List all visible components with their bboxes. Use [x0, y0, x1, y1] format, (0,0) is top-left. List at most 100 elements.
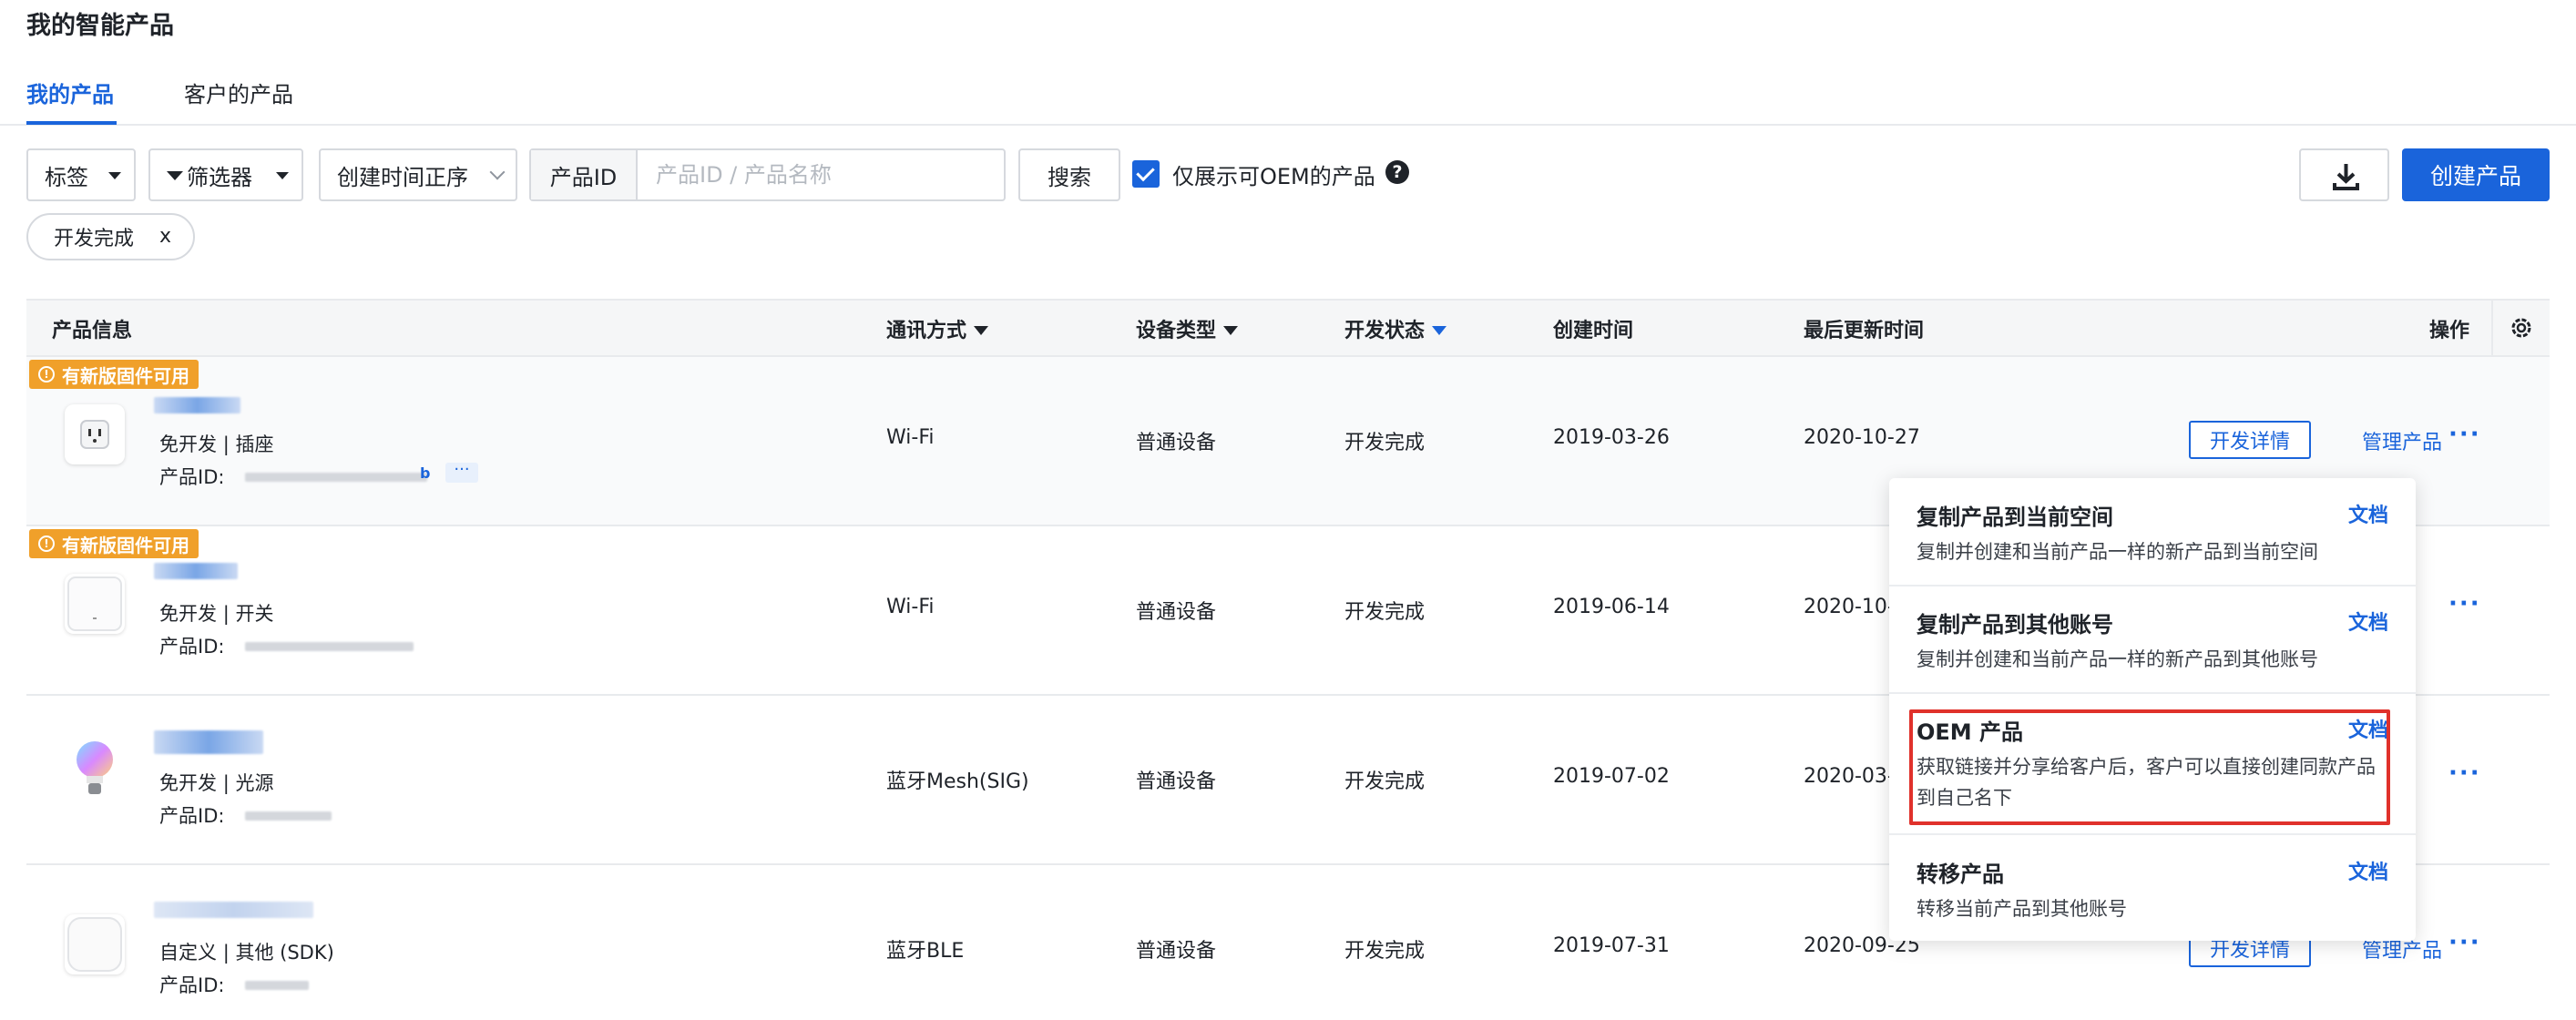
dev-mode: 免开发	[159, 772, 217, 794]
product-meta: 免开发 | 插座	[159, 430, 273, 457]
filter-select[interactable]: 筛选器	[148, 148, 303, 201]
info-icon: !	[38, 366, 55, 382]
product-id-label: 产品ID:	[159, 466, 225, 488]
protocol: Wi-Fi	[886, 596, 935, 618]
updated-time: 2020-10-	[1804, 596, 1895, 618]
product-thumbnail[interactable]	[65, 738, 125, 798]
manage-product-link[interactable]: 管理产品	[2362, 426, 2442, 455]
bulb-icon	[77, 741, 113, 794]
oem-only-label[interactable]: 仅展示可OEM的产品	[1172, 158, 1375, 190]
product-id-line: 产品ID:	[159, 463, 224, 490]
download-button[interactable]	[2299, 148, 2389, 201]
product-name-redacted	[154, 397, 240, 413]
product-thumbnail[interactable]	[65, 574, 125, 634]
product-meta: 自定义 | 其他 (SDK)	[159, 938, 334, 965]
filter-icon[interactable]	[1223, 326, 1239, 335]
menu-item-oem[interactable]: OEM 产品 获取链接并分享给客户后，客户可以直接创建同款产品到自己名下 文档	[1889, 714, 2416, 813]
menu-item-desc: 复制并创建和当前产品一样的新产品到其他账号	[1917, 648, 2318, 670]
hub-icon	[67, 917, 122, 972]
copy-id-icon[interactable]: b	[420, 464, 430, 482]
category: 光源	[235, 772, 274, 794]
column-settings[interactable]	[2491, 301, 2550, 355]
more-actions-icon[interactable]: ···	[2448, 590, 2481, 617]
search-button[interactable]: 搜索	[1018, 148, 1120, 201]
product-tabs: 我的产品 客户的产品	[0, 66, 2576, 126]
product-meta: 免开发 | 开关	[159, 599, 273, 627]
filter-chip-status: 开发完成 x	[26, 213, 195, 260]
menu-item-copy-to-space[interactable]: 复制产品到当前空间 复制并创建和当前产品一样的新产品到当前空间 文档	[1889, 499, 2416, 567]
col-protocol-label: 通讯方式	[886, 320, 967, 342]
filter-active-icon[interactable]	[1432, 326, 1447, 335]
meta-separator: |	[222, 434, 230, 455]
switch-icon	[67, 576, 122, 631]
col-dev-status[interactable]: 开发状态	[1344, 314, 1447, 343]
firmware-badge-label: 有新版固件可用	[62, 534, 189, 556]
menu-item-transfer[interactable]: 转移产品 转移当前产品到其他账号 文档	[1889, 856, 2416, 924]
meta-separator: |	[222, 772, 230, 794]
doc-link[interactable]: 文档	[2348, 714, 2388, 743]
firmware-badge: ! 有新版固件可用	[29, 360, 199, 389]
doc-link[interactable]: 文档	[2348, 607, 2388, 636]
product-thumbnail[interactable]	[65, 404, 125, 464]
dev-status: 开发完成	[1344, 940, 1426, 963]
menu-item-title: 复制产品到当前空间	[1917, 505, 2113, 530]
product-id-line: 产品ID:	[159, 632, 224, 659]
menu-item-desc: 转移当前产品到其他账号	[1917, 898, 2127, 920]
filter-icon[interactable]	[974, 326, 989, 335]
col-device-type-label: 设备类型	[1136, 320, 1217, 342]
col-protocol[interactable]: 通讯方式	[886, 314, 989, 343]
created-time: 2019-06-14	[1553, 596, 1670, 618]
search-input[interactable]	[638, 150, 1004, 199]
category: 其他 (SDK)	[235, 942, 334, 964]
product-id-redacted	[245, 981, 309, 990]
dev-mode: 自定义	[159, 942, 217, 964]
menu-item-title: 复制产品到其他账号	[1917, 612, 2113, 638]
tag-select[interactable]: 标签	[26, 148, 136, 201]
col-dev-status-label: 开发状态	[1344, 320, 1426, 342]
oem-only-checkbox[interactable]	[1132, 160, 1160, 188]
search-group: 产品ID	[529, 148, 1006, 201]
menu-item-copy-to-account[interactable]: 复制产品到其他账号 复制并创建和当前产品一样的新产品到其他账号 文档	[1889, 607, 2416, 675]
dev-status: 开发完成	[1344, 770, 1426, 793]
dev-detail-button[interactable]: 开发详情	[2189, 421, 2311, 459]
product-id-more-icon[interactable]: ···	[445, 462, 478, 483]
product-id-redacted	[245, 642, 414, 651]
doc-link[interactable]: 文档	[2348, 856, 2388, 885]
sort-select[interactable]: 创建时间正序	[319, 148, 517, 201]
firmware-badge: ! 有新版固件可用	[29, 529, 199, 558]
product-thumbnail[interactable]	[65, 914, 125, 974]
sort-select-label: 创建时间正序	[337, 164, 468, 190]
product-id-line: 产品ID:	[159, 801, 224, 829]
meta-separator: |	[222, 942, 230, 964]
tag-select-label: 标签	[45, 164, 88, 190]
updated-time: 2020-03-	[1804, 765, 1895, 788]
menu-divider	[1889, 833, 2416, 835]
dev-status: 开发完成	[1344, 601, 1426, 624]
product-id-label: 产品ID:	[159, 805, 225, 827]
search-field-label[interactable]: 产品ID	[531, 150, 638, 199]
firmware-badge-label: 有新版固件可用	[62, 364, 189, 387]
product-meta: 免开发 | 光源	[159, 769, 273, 796]
menu-item-title: 转移产品	[1917, 862, 2004, 887]
product-id-line: 产品ID:	[159, 971, 224, 998]
device-type: 普通设备	[1136, 432, 1217, 454]
doc-link[interactable]: 文档	[2348, 499, 2388, 528]
more-actions-icon[interactable]: ···	[2448, 421, 2481, 448]
create-product-button[interactable]: 创建产品	[2402, 148, 2550, 201]
close-icon[interactable]: x	[159, 225, 171, 248]
menu-divider	[1889, 585, 2416, 586]
more-actions-icon[interactable]: ···	[2448, 760, 2481, 787]
col-created: 创建时间	[1553, 320, 1634, 342]
socket-icon	[80, 420, 109, 449]
col-device-type[interactable]: 设备类型	[1136, 314, 1239, 343]
col-actions: 操作	[2429, 320, 2470, 342]
protocol: Wi-Fi	[886, 426, 935, 449]
tab-my-products[interactable]: 我的产品	[26, 76, 114, 108]
dev-mode: 免开发	[159, 434, 217, 455]
created-time: 2019-07-31	[1553, 934, 1670, 957]
tab-customer-products[interactable]: 客户的产品	[184, 76, 293, 108]
more-actions-icon[interactable]: ···	[2448, 929, 2481, 956]
help-icon[interactable]: ?	[1385, 160, 1409, 184]
category: 开关	[235, 603, 274, 625]
device-type: 普通设备	[1136, 940, 1217, 963]
